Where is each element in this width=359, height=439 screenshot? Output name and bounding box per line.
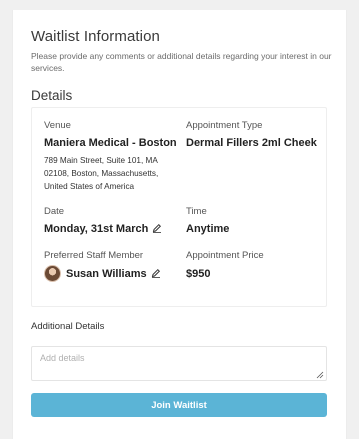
edit-date-icon[interactable]: [152, 223, 162, 233]
waitlist-card: Waitlist Information Please provide any …: [12, 10, 347, 439]
venue-name: Maniera Medical - Boston: [44, 137, 177, 149]
date-row: Monday, 31st March: [44, 223, 162, 235]
page-subtitle: Please provide any comments or additiona…: [31, 51, 332, 73]
date-value: Monday, 31st March: [44, 223, 149, 235]
page-title: Waitlist Information: [31, 28, 160, 45]
date-label: Date: [44, 206, 65, 217]
appointment-type-value: Dermal Fillers 2ml Cheek: [186, 137, 317, 149]
additional-details-label: Additional Details: [31, 321, 105, 332]
time-label: Time: [186, 206, 207, 217]
price-value: $950: [186, 268, 211, 280]
details-panel: Venue Maniera Medical - Boston 789 Main …: [31, 107, 327, 307]
join-waitlist-button[interactable]: Join Waitlist: [31, 393, 327, 417]
venue-label: Venue: [44, 120, 71, 131]
staff-row: Susan Williams: [66, 268, 161, 280]
price-label: Appointment Price: [186, 250, 264, 261]
staff-value: Susan Williams: [66, 268, 147, 280]
resize-grip-icon[interactable]: [316, 371, 324, 379]
appointment-type-label: Appointment Type: [186, 120, 263, 131]
time-value: Anytime: [186, 223, 230, 235]
details-heading: Details: [31, 88, 73, 103]
edit-staff-icon[interactable]: [151, 268, 161, 278]
venue-address: 789 Main Street, Suite 101, MA 02108, Bo…: [44, 156, 159, 191]
additional-details-input[interactable]: [31, 346, 327, 381]
staff-avatar: [44, 265, 61, 282]
staff-label: Preferred Staff Member: [44, 250, 144, 261]
